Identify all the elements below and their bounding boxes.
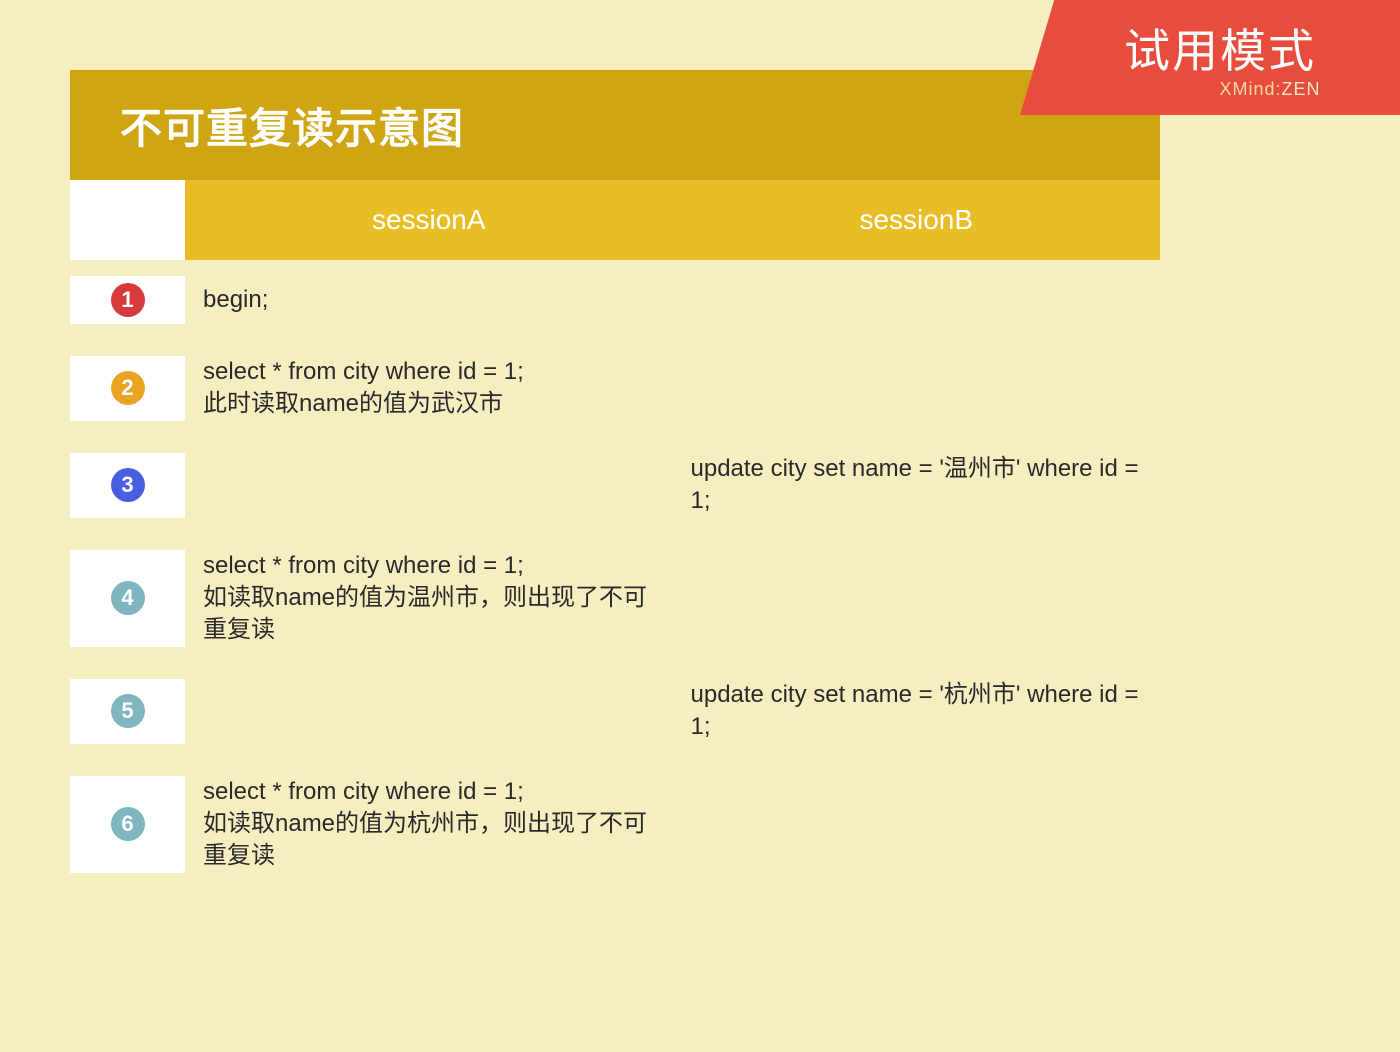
- table-row: 2 select * from city where id = 1; 此时读取n…: [70, 340, 1160, 437]
- session-a-cell: select * from city where id = 1; 如读取name…: [185, 550, 673, 647]
- session-a-cell: select * from city where id = 1; 如读取name…: [185, 776, 673, 873]
- header-step-col: [70, 180, 185, 260]
- session-b-cell: update city set name = '杭州市' where id = …: [673, 679, 1161, 744]
- watermark-brand: XMind:ZEN: [1219, 79, 1320, 100]
- step-cell: 1: [70, 276, 185, 324]
- trial-mode-badge: 试用模式 XMind:ZEN: [1020, 0, 1400, 115]
- table-row: 1 begin;: [70, 260, 1160, 340]
- step-cell: 6: [70, 776, 185, 873]
- watermark-text: 试用模式: [1124, 15, 1316, 81]
- table-body: 1 begin; 2 select * from city where id = 1…: [70, 260, 1160, 889]
- step-number-badge: 5: [111, 694, 145, 728]
- title-bar: 不可重复读示意图: [70, 70, 1160, 180]
- table-row: 5 update city set name = '杭州市' where id =…: [70, 663, 1160, 760]
- step-number-badge: 1: [111, 283, 145, 317]
- session-a-cell: begin;: [185, 284, 673, 316]
- page-title: 不可重复读示意图: [120, 95, 464, 156]
- table-row: 3 update city set name = '温州市' where id =…: [70, 437, 1160, 534]
- header-session-b: sessionB: [673, 180, 1161, 260]
- table-header: sessionA sessionB: [70, 180, 1160, 260]
- header-session-a: sessionA: [185, 180, 673, 260]
- step-number-badge: 3: [111, 468, 145, 502]
- step-cell: 4: [70, 550, 185, 647]
- step-cell: 2: [70, 356, 185, 421]
- step-number-badge: 6: [111, 807, 145, 841]
- step-number-badge: 2: [111, 371, 145, 405]
- diagram-sheet: 不可重复读示意图 sessionA sessionB 1 begin; 2 sele…: [70, 70, 1160, 889]
- session-a-cell: select * from city where id = 1; 此时读取nam…: [185, 356, 673, 421]
- step-cell: 3: [70, 453, 185, 518]
- table-row: 6 select * from city where id = 1; 如读取nam…: [70, 760, 1160, 889]
- step-cell: 5: [70, 679, 185, 744]
- session-b-cell: update city set name = '温州市' where id = …: [673, 453, 1161, 518]
- table-row: 4 select * from city where id = 1; 如读取nam…: [70, 534, 1160, 663]
- step-number-badge: 4: [111, 581, 145, 615]
